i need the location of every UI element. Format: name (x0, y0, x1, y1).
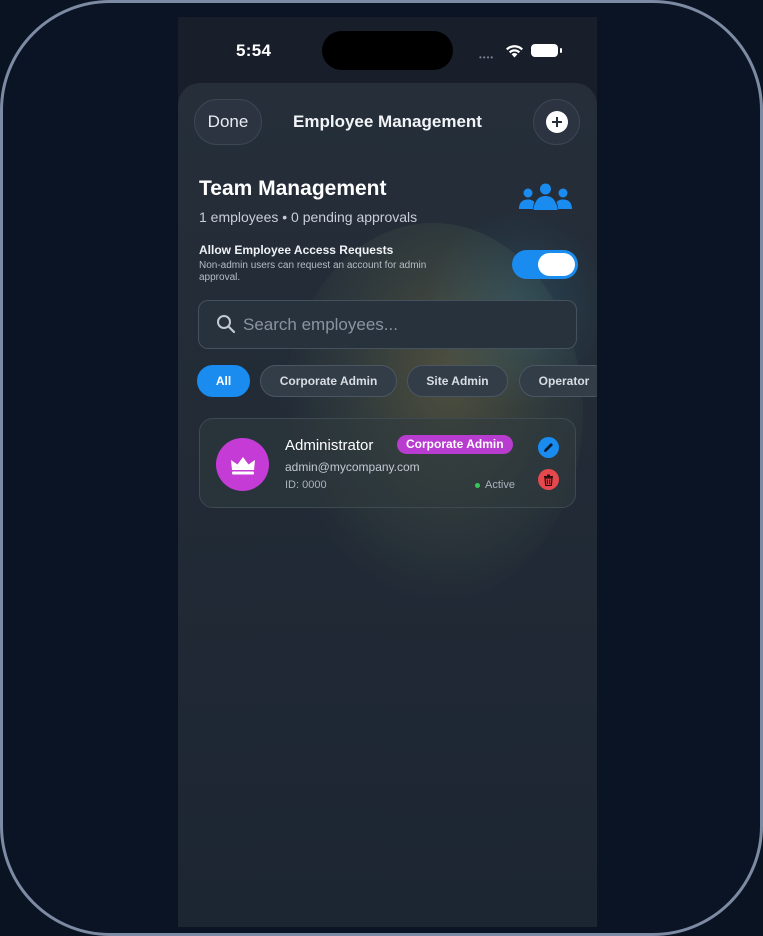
add-employee-button[interactable] (533, 99, 580, 145)
avatar (216, 438, 269, 491)
edit-employee-button[interactable] (538, 437, 559, 458)
device-frame: 5:54 •••• Done Employee Management Team … (0, 0, 763, 936)
battery-icon (531, 44, 562, 57)
employee-management-sheet: Done Employee Management Team Management… (178, 83, 597, 927)
filter-chip-site-admin[interactable]: Site Admin (407, 365, 508, 397)
wifi-icon (506, 45, 523, 58)
filter-chip-operator[interactable]: Operator (519, 365, 597, 397)
cellular-signal-icon: •••• (479, 53, 495, 62)
trash-icon (544, 474, 553, 486)
crown-icon (230, 456, 255, 474)
team-summary: 1 employees • 0 pending approvals (199, 209, 418, 225)
employee-name: Administrator (285, 437, 374, 454)
team-title: Team Management (199, 177, 387, 200)
employee-email: admin@mycompany.com (285, 460, 420, 474)
dynamic-island (322, 31, 453, 70)
phone-screen: 5:54 •••• Done Employee Management Team … (178, 17, 597, 927)
filter-chip-corporate-admin[interactable]: Corporate Admin (260, 365, 397, 397)
employee-card[interactable]: Administrator Corporate Admin admin@myco… (199, 418, 576, 508)
search-field[interactable] (198, 300, 577, 349)
access-requests-title: Allow Employee Access Requests (199, 243, 394, 257)
access-requests-description: Non-admin users can request an account f… (199, 260, 427, 283)
active-status-dot (475, 483, 480, 488)
people-group-icon (519, 183, 572, 210)
employee-id: ID: 0000 (285, 479, 327, 491)
plus-circle-icon (545, 111, 568, 133)
filter-chip-all[interactable]: All (197, 365, 250, 397)
search-input[interactable] (243, 301, 563, 348)
pencil-icon (544, 443, 553, 452)
status-time: 5:54 (236, 41, 272, 60)
search-icon (217, 315, 236, 334)
status-bar: 5:54 •••• (178, 17, 597, 83)
access-requests-toggle[interactable] (512, 250, 578, 279)
employee-status: Active (485, 479, 515, 491)
toggle-knob (538, 253, 575, 276)
delete-employee-button[interactable] (538, 469, 559, 490)
role-badge: Corporate Admin (397, 435, 513, 454)
